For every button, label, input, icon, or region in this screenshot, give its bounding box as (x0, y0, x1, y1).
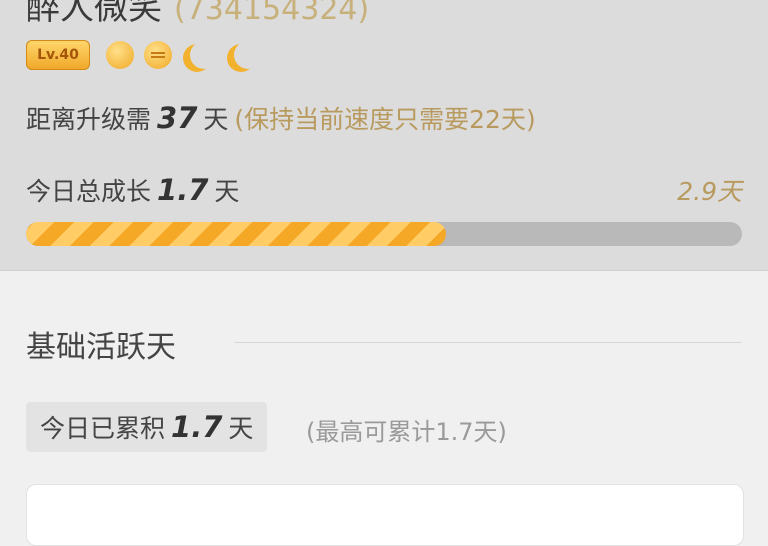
accumulated-today: 今日已累积 1.7 天 (26, 402, 268, 452)
moon-icon (190, 41, 218, 69)
accum-days: 1.7 (171, 410, 223, 444)
section-divider (234, 342, 742, 343)
growth-progress-fill (26, 222, 446, 246)
info-card (26, 484, 744, 546)
sun-icon (144, 41, 172, 69)
upgrade-days: 37 (157, 101, 198, 135)
profile-qq-number: (734154324) (174, 0, 370, 27)
upgrade-hint: (保持当前速度只需要22天) (234, 105, 536, 134)
upgrade-unit: 天 (203, 105, 229, 134)
accum-unit: 天 (228, 414, 254, 443)
upgrade-info: 距离升级需 37 天 (保持当前速度只需要22天) (26, 100, 536, 136)
section-title-basic-active: 基础活跃天 (26, 330, 176, 365)
growth-max: 2.9天 (677, 177, 742, 206)
level-badges: Lv.40 (26, 40, 270, 70)
profile-name-line: 醉人微笑 (734154324) (26, 0, 369, 29)
sun-icon (106, 41, 134, 69)
growth-label: 今日总成长 (26, 177, 152, 206)
accum-label: 今日已累积 (40, 414, 166, 443)
growth-unit: 天 (214, 177, 240, 206)
growth-days: 1.7 (157, 173, 209, 207)
upgrade-label: 距离升级需 (26, 105, 152, 134)
level-badge: Lv.40 (26, 40, 90, 70)
profile-name: 醉人微笑 (26, 0, 162, 28)
moon-icon (234, 41, 262, 69)
today-growth: 今日总成长 1.7 天 (26, 172, 239, 208)
growth-progress-bar (26, 222, 742, 246)
accum-max-hint: (最高可累计1.7天) (306, 418, 507, 446)
level-header: 醉人微笑 (734154324) Lv.40 距离升级需 37 天 (保持当前速度只需要… (0, 0, 768, 271)
